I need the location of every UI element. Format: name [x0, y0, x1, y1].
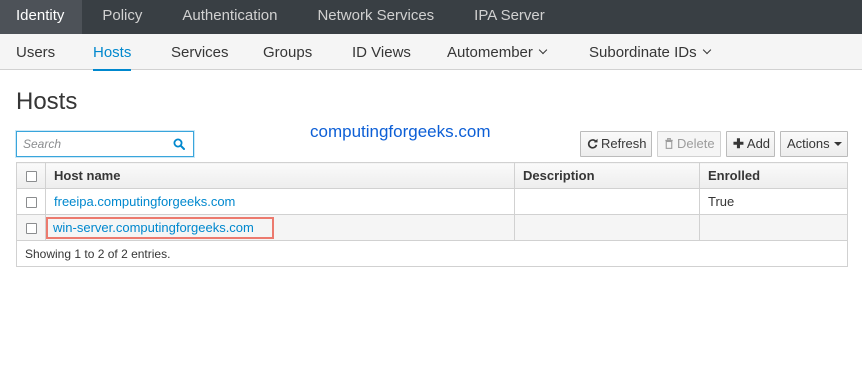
- select-all-cell: [16, 162, 46, 189]
- subnav-item-id-views[interactable]: ID Views: [352, 34, 411, 70]
- row-select-cell: [16, 188, 46, 215]
- subnav-item-label: Automember: [447, 44, 533, 61]
- row-checkbox[interactable]: [25, 223, 37, 235]
- row-checkbox[interactable]: [25, 197, 37, 209]
- table-row: freeipa.computingforgeeks.com True: [16, 188, 848, 215]
- host-name-cell: win-server.computingforgeeks.com: [45, 214, 515, 241]
- subnav-item-label: Groups: [263, 44, 313, 61]
- subnav-item-label: Services: [171, 44, 229, 61]
- refresh-icon: [587, 138, 598, 149]
- host-link[interactable]: freeipa.computingforgeeks.com: [54, 194, 235, 209]
- chevron-down-icon: [538, 45, 548, 55]
- tab-ipa-server[interactable]: IPA Server: [454, 0, 565, 34]
- secondary-navigation: Users Hosts Services Groups ID Views Aut…: [0, 34, 862, 71]
- tab-network-services[interactable]: Network Services: [297, 0, 454, 34]
- subnav-item-hosts[interactable]: Hosts: [93, 34, 132, 71]
- description-cell: [514, 188, 700, 215]
- table-row: win-server.computingforgeeks.com: [16, 214, 848, 241]
- refresh-button[interactable]: Refresh: [580, 131, 652, 157]
- subnav-item-groups[interactable]: Groups: [263, 34, 312, 70]
- row-select-cell: [16, 214, 46, 241]
- delete-label: Delete: [677, 136, 715, 151]
- column-header-enrolled[interactable]: Enrolled: [699, 162, 848, 189]
- caret-down-icon: [833, 141, 842, 146]
- highlight-box: win-server.computingforgeeks.com: [46, 216, 274, 239]
- trash-icon: [665, 138, 673, 149]
- refresh-label: Refresh: [601, 136, 647, 151]
- hosts-table: Host name Description Enrolled freeipa.c…: [16, 162, 848, 267]
- search-box: [16, 131, 194, 157]
- subnav-item-label: Hosts: [93, 44, 132, 61]
- search-icon[interactable]: [173, 138, 185, 150]
- entries-summary: Showing 1 to 2 of 2 entries.: [16, 240, 848, 267]
- subnav-item-label: Users: [16, 44, 56, 61]
- select-all-checkbox[interactable]: [25, 171, 37, 183]
- description-cell: [514, 214, 700, 241]
- subnav-item-services[interactable]: Services: [171, 34, 229, 70]
- table-header-row: Host name Description Enrolled: [16, 162, 848, 189]
- host-link[interactable]: win-server.computingforgeeks.com: [53, 220, 254, 235]
- actions-label: Actions: [787, 136, 830, 151]
- chevron-down-icon: [702, 45, 711, 55]
- column-header-host-name[interactable]: Host name: [45, 162, 515, 189]
- subnav-item-label: Subordinate IDs: [589, 44, 697, 61]
- add-label: Add: [746, 136, 771, 151]
- tab-identity[interactable]: Identity: [0, 0, 83, 34]
- column-header-description[interactable]: Description: [514, 162, 700, 189]
- host-name-cell: freeipa.computingforgeeks.com: [45, 188, 515, 215]
- enrolled-cell: [699, 214, 848, 241]
- table-footer-row: Showing 1 to 2 of 2 entries.: [16, 240, 848, 267]
- tab-policy[interactable]: Policy: [82, 0, 162, 34]
- actions-dropdown[interactable]: Actions: [780, 131, 848, 157]
- search-input[interactable]: [17, 132, 167, 156]
- add-button[interactable]: ✚ Add: [726, 131, 775, 157]
- page-title: Hosts: [16, 88, 78, 115]
- subnav-item-automember[interactable]: Automember: [447, 34, 548, 70]
- plus-icon: ✚: [733, 136, 744, 151]
- watermark-text: computingforgeeks.com: [310, 122, 491, 141]
- subnav-item-label: ID Views: [352, 44, 411, 61]
- top-navigation: Identity Policy Authentication Network S…: [0, 0, 862, 34]
- tab-authentication[interactable]: Authentication: [162, 0, 297, 34]
- delete-button[interactable]: Delete: [657, 131, 721, 157]
- enrolled-cell: True: [699, 188, 848, 215]
- subnav-item-users[interactable]: Users: [16, 34, 55, 70]
- subnav-item-subordinate-ids[interactable]: Subordinate IDs: [589, 34, 711, 70]
